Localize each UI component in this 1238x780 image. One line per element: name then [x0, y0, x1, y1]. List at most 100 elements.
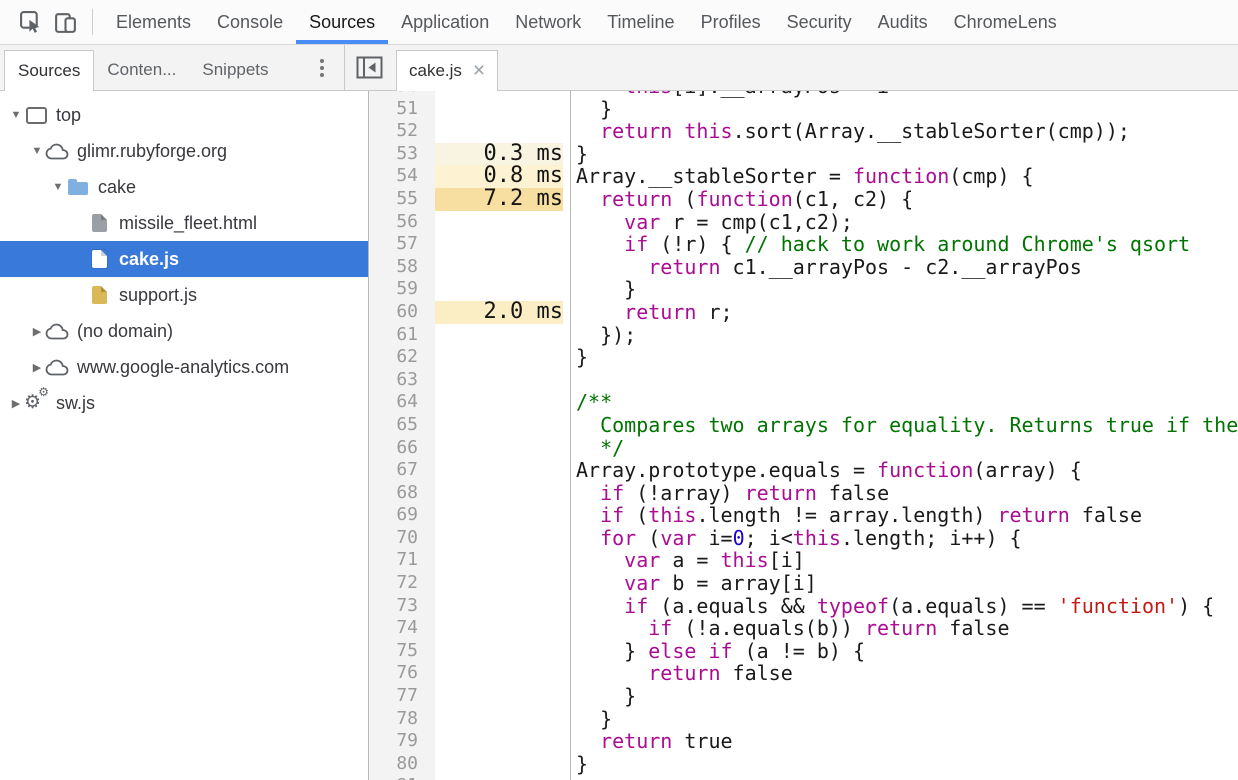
expander-arrow-icon[interactable]: ▼ — [50, 181, 66, 193]
main-tab-sources[interactable]: Sources — [296, 0, 388, 44]
code-line[interactable]: Array.__stableSorter = function(cmp) { — [576, 165, 1238, 188]
main-tab-application[interactable]: Application — [388, 0, 502, 44]
tree-item-sw.js[interactable]: ▶⚙⚙sw.js — [0, 385, 368, 421]
code-line[interactable]: } — [576, 98, 1238, 121]
line-number[interactable]: 71 — [369, 549, 418, 572]
line-number[interactable]: 78 — [369, 708, 418, 731]
expander-arrow-icon[interactable]: ▶ — [8, 397, 24, 410]
code-line[interactable]: this[i].__arrayPos = i — [576, 91, 1238, 98]
line-number[interactable]: 79 — [369, 730, 418, 753]
main-tab-network[interactable]: Network — [502, 0, 594, 44]
tree-item-top[interactable]: ▼top — [0, 97, 368, 133]
tree-item-cake.js[interactable]: cake.js — [0, 241, 368, 277]
line-number[interactable]: 58 — [369, 256, 418, 279]
main-tab-console[interactable]: Console — [204, 0, 296, 44]
keyword-token: this — [721, 548, 769, 572]
code-line[interactable]: } — [576, 143, 1238, 166]
code-line[interactable]: Array.prototype.equals = function(array)… — [576, 459, 1238, 482]
code-line[interactable] — [576, 369, 1238, 392]
tree-item-support.js[interactable]: support.js — [0, 277, 368, 313]
line-number[interactable]: 64 — [369, 391, 418, 414]
expander-arrow-icon[interactable]: ▶ — [29, 361, 45, 374]
editor-tab-cakejs[interactable]: cake.js× — [396, 50, 498, 91]
tree-item-www.googleanalytics.com[interactable]: ▶www.google-analytics.com — [0, 349, 368, 385]
main-tab-security[interactable]: Security — [774, 0, 865, 44]
line-number[interactable]: 59 — [369, 278, 418, 301]
line-number[interactable]: 67 — [369, 459, 418, 482]
code-line[interactable]: if (this.length != array.length) return … — [576, 504, 1238, 527]
main-tab-timeline[interactable]: Timeline — [594, 0, 687, 44]
navigator-tab-sources[interactable]: Sources — [4, 50, 94, 91]
code-line[interactable]: var r = cmp(c1,c2); — [576, 211, 1238, 234]
line-number[interactable]: 76 — [369, 662, 418, 685]
line-number[interactable]: 75 — [369, 640, 418, 663]
line-number[interactable]: 56 — [369, 211, 418, 234]
code-line[interactable]: return false — [576, 662, 1238, 685]
code-line[interactable]: if (!array) return false — [576, 482, 1238, 505]
line-number[interactable]: 54 — [369, 165, 418, 188]
line-number[interactable]: 73 — [369, 595, 418, 618]
tree-item-missile_fleet.html[interactable]: missile_fleet.html — [0, 205, 368, 241]
code-line[interactable]: return true — [576, 730, 1238, 753]
main-tab-elements[interactable]: Elements — [103, 0, 204, 44]
code-line[interactable]: } — [576, 278, 1238, 301]
code-line[interactable]: /** — [576, 391, 1238, 414]
expander-arrow-icon[interactable]: ▶ — [29, 325, 45, 338]
code-line[interactable]: return c1.__arrayPos - c2.__arrayPos — [576, 256, 1238, 279]
navigator-tab-snippets[interactable]: Snippets — [189, 49, 281, 90]
code-line[interactable]: */ — [576, 437, 1238, 460]
main-tab-audits[interactable]: Audits — [865, 0, 941, 44]
line-number[interactable]: 66 — [369, 437, 418, 460]
expander-arrow-icon[interactable]: ▼ — [8, 109, 24, 121]
line-number[interactable]: 62 — [369, 346, 418, 369]
line-number[interactable]: 72 — [369, 572, 418, 595]
line-number[interactable]: 53 — [369, 143, 418, 166]
code-line[interactable]: var b = array[i] — [576, 572, 1238, 595]
line-number[interactable]: 81 — [369, 775, 418, 780]
code-line[interactable]: }); — [576, 324, 1238, 347]
line-number[interactable]: 70 — [369, 527, 418, 550]
code-line[interactable]: } — [576, 346, 1238, 369]
main-tab-chromelens[interactable]: ChromeLens — [941, 0, 1070, 44]
code-token: false — [1070, 503, 1142, 527]
close-icon[interactable]: × — [473, 64, 485, 78]
expander-arrow-icon[interactable]: ▼ — [29, 145, 45, 157]
line-number[interactable]: 63 — [369, 369, 418, 392]
code-line[interactable]: var a = this[i] — [576, 549, 1238, 572]
main-tab-profiles[interactable]: Profiles — [688, 0, 774, 44]
code-line[interactable]: } else if (a != b) { — [576, 640, 1238, 663]
tree-item-cake[interactable]: ▼cake — [0, 169, 368, 205]
code-line[interactable]: if (a.equals && typeof(a.equals) == 'fun… — [576, 595, 1238, 618]
line-number[interactable]: 52 — [369, 120, 418, 143]
line-number[interactable]: 74 — [369, 617, 418, 640]
line-number[interactable]: 50 — [369, 91, 418, 98]
navigator-tab-conten[interactable]: Conten... — [94, 49, 189, 90]
code-line[interactable]: Compares two arrays for equality. Return… — [576, 414, 1238, 437]
code-line[interactable] — [576, 775, 1238, 780]
line-number[interactable]: 65 — [369, 414, 418, 437]
tree-item-nodomain[interactable]: ▶(no domain) — [0, 313, 368, 349]
line-number[interactable]: 60 — [369, 301, 418, 324]
tree-item-glimr.rubyforge.org[interactable]: ▼glimr.rubyforge.org — [0, 133, 368, 169]
code-line[interactable]: return r; — [576, 301, 1238, 324]
code-line[interactable]: } — [576, 685, 1238, 708]
code-line[interactable]: if (!a.equals(b)) return false — [576, 617, 1238, 640]
code-line[interactable]: return this.sort(Array.__stableSorter(cm… — [576, 120, 1238, 143]
line-number[interactable]: 55 — [369, 188, 418, 211]
device-toolbar-icon[interactable] — [48, 5, 82, 39]
line-number[interactable]: 69 — [369, 504, 418, 527]
code-line[interactable]: return (function(c1, c2) { — [576, 188, 1238, 211]
code-line[interactable]: if (!r) { // hack to work around Chrome'… — [576, 233, 1238, 256]
code-line[interactable]: } — [576, 708, 1238, 731]
line-number[interactable]: 57 — [369, 233, 418, 256]
vertical-dots-icon[interactable] — [316, 55, 328, 81]
line-number[interactable]: 77 — [369, 685, 418, 708]
line-number[interactable]: 51 — [369, 98, 418, 121]
navigator-toggle-icon[interactable] — [356, 56, 383, 79]
line-number[interactable]: 80 — [369, 753, 418, 776]
line-number[interactable]: 68 — [369, 482, 418, 505]
code-line[interactable]: for (var i=0; i<this.length; i++) { — [576, 527, 1238, 550]
code-line[interactable]: } — [576, 753, 1238, 776]
inspect-icon[interactable] — [14, 5, 48, 39]
line-number[interactable]: 61 — [369, 324, 418, 347]
